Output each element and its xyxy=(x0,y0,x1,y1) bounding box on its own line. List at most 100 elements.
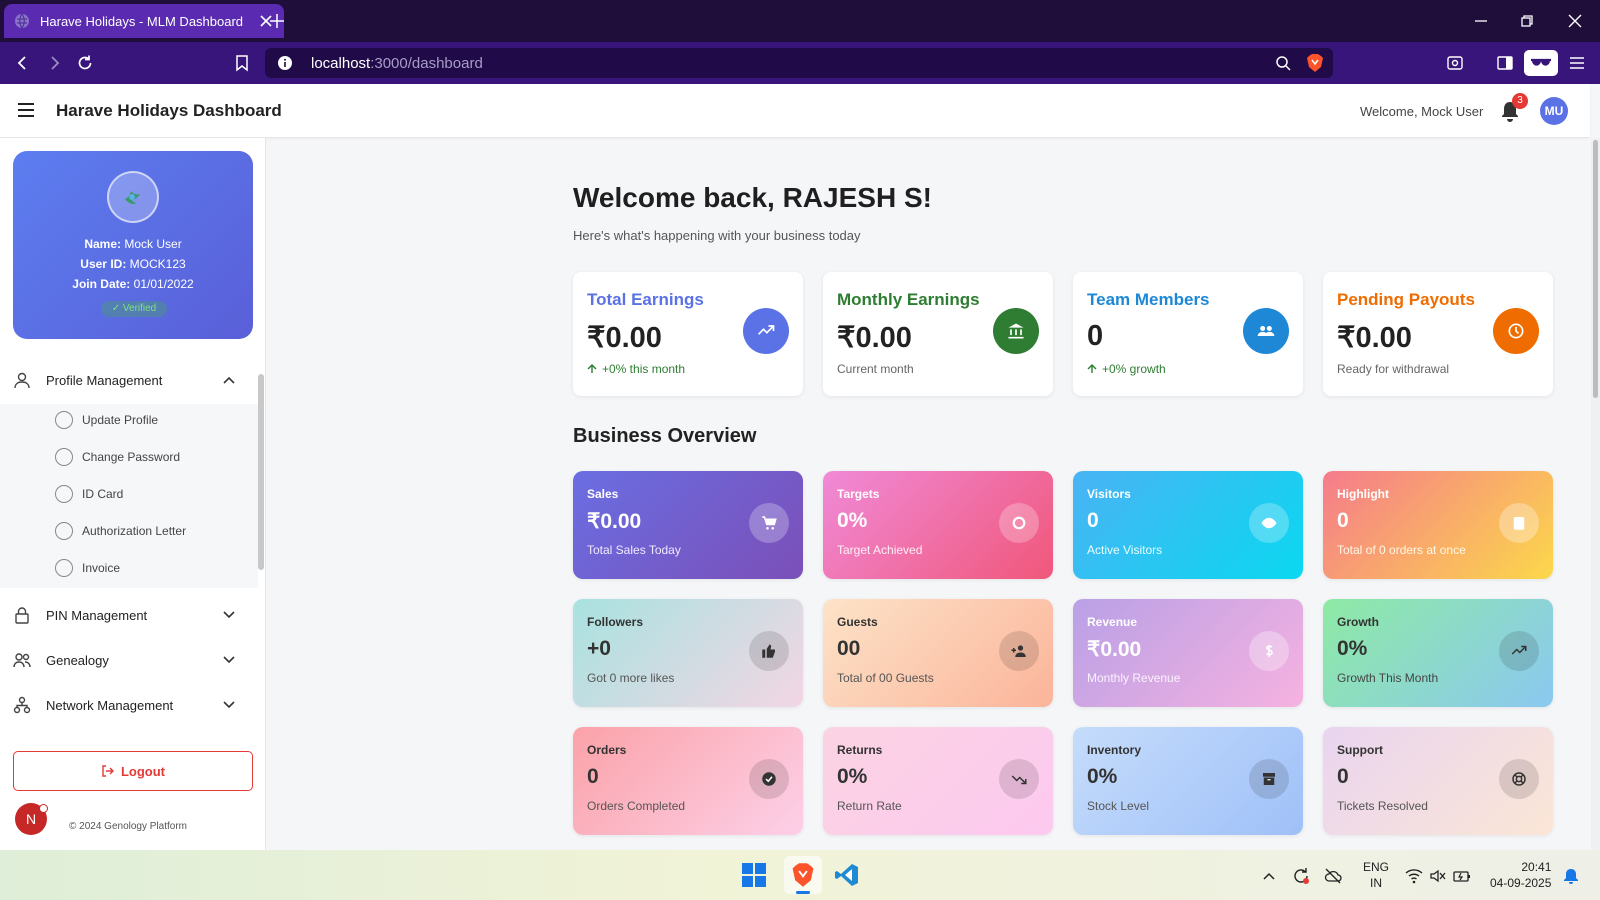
brave-shield-icon[interactable] xyxy=(1305,53,1325,73)
tile-icon-badge xyxy=(1499,503,1539,543)
vscode-icon[interactable] xyxy=(834,862,860,888)
speaker-muted-icon[interactable] xyxy=(1429,867,1447,885)
submenu-invoice[interactable]: Invoice xyxy=(55,557,120,579)
sync-icon[interactable] xyxy=(1292,867,1310,885)
minimize-icon[interactable] xyxy=(1472,12,1490,30)
profile-card: Name: Mock User User ID: MOCK123 Join Da… xyxy=(13,151,253,339)
menu-profile-management[interactable]: Profile Management xyxy=(0,358,258,402)
menu-label: PIN Management xyxy=(46,607,148,623)
os-taskbar: ENG IN 20:41 04-09-2025 xyxy=(0,850,1600,900)
taskbar-brave-button[interactable] xyxy=(784,856,822,894)
browser-toolbar: localhost:3000/dashboard xyxy=(0,42,1600,84)
submenu-change-password[interactable]: Change Password xyxy=(55,446,180,468)
clipboard-icon xyxy=(1513,517,1525,530)
submenu-label: ID Card xyxy=(82,487,124,501)
overview-tile-sales: Sales ₹0.00 Total Sales Today xyxy=(573,471,803,579)
tile-icon-badge xyxy=(749,631,789,671)
notification-center-icon[interactable] xyxy=(1562,867,1580,885)
sidebar: Name: Mock User User ID: MOCK123 Join Da… xyxy=(0,138,266,850)
user-avatar[interactable]: MU xyxy=(1540,97,1568,125)
tile-value: 0% xyxy=(837,509,868,532)
stat-sub-text: +0% growth xyxy=(1102,362,1166,376)
site-info-icon[interactable] xyxy=(277,55,293,71)
stat-value: ₹0.00 xyxy=(587,322,662,354)
tile-icon-badge xyxy=(999,631,1039,671)
tile-icon-badge xyxy=(1249,759,1289,799)
brave-browser-icon xyxy=(792,863,814,887)
submenu-authorization-letter[interactable]: Authorization Letter xyxy=(55,520,186,542)
stat-sub-text: Ready for withdrawal xyxy=(1337,362,1450,376)
stat-value: ₹0.00 xyxy=(837,322,912,354)
stat-title: Monthly Earnings xyxy=(837,290,980,309)
back-icon[interactable] xyxy=(14,54,32,72)
overview-tile-returns: Returns 0% Return Rate xyxy=(823,727,1053,835)
eye-icon xyxy=(1261,517,1277,529)
tile-subtitle: Total of 00 Guests xyxy=(837,671,934,685)
stat-icon-badge xyxy=(1493,308,1539,354)
windows-start-icon[interactable] xyxy=(741,862,767,888)
menu-icon[interactable] xyxy=(1568,54,1586,72)
trending-up-icon xyxy=(1511,645,1527,655)
sidebar-scrollbar[interactable] xyxy=(258,374,264,570)
chevron-down-icon xyxy=(223,611,235,619)
browser-tab[interactable]: Harave Holidays - MLM Dashboard xyxy=(4,4,284,38)
main-scrollbar[interactable] xyxy=(1591,138,1600,850)
submenu-id-card[interactable]: ID Card xyxy=(55,483,123,505)
person-icon xyxy=(14,372,30,389)
menu-genealogy[interactable]: Genealogy xyxy=(0,638,258,682)
globe-icon xyxy=(15,13,29,29)
tile-subtitle: Target Achieved xyxy=(837,543,923,557)
screenshot-icon[interactable] xyxy=(1446,54,1464,72)
stat-title: Total Earnings xyxy=(587,290,704,309)
tile-subtitle: Stock Level xyxy=(1087,799,1150,813)
profile-join-line: Join Date: 01/01/2022 xyxy=(13,277,253,291)
network-icon xyxy=(13,696,31,714)
arrow-up-icon xyxy=(587,364,597,373)
main-scroll-thumb[interactable] xyxy=(1593,140,1598,398)
check-circle-icon xyxy=(762,772,776,786)
wifi-icon[interactable] xyxy=(1405,867,1423,885)
tile-label: Followers xyxy=(587,615,644,629)
stat-icon-badge xyxy=(1243,308,1289,354)
submenu-update-profile[interactable]: Update Profile xyxy=(55,409,158,431)
menu-network-management[interactable]: Network Management xyxy=(0,683,258,727)
tile-label: Growth xyxy=(1337,615,1379,629)
search-icon[interactable] xyxy=(1275,55,1291,71)
tile-subtitle: Monthly Revenue xyxy=(1087,671,1181,685)
logout-button[interactable]: Logout xyxy=(13,751,253,791)
tile-label: Orders xyxy=(587,743,627,757)
restore-icon[interactable] xyxy=(1518,12,1536,30)
reload-icon[interactable] xyxy=(76,54,94,72)
new-tab-icon[interactable] xyxy=(268,12,286,30)
cloud-off-icon[interactable] xyxy=(1324,867,1342,885)
stat-sub-text: +0% this month xyxy=(602,362,686,376)
stat-subtitle: +0% growth xyxy=(1087,362,1166,376)
tile-value: 0 xyxy=(1337,765,1349,788)
stat-sub-text: Current month xyxy=(837,362,914,376)
tile-subtitle: Total Sales Today xyxy=(587,543,681,557)
language-indicator[interactable]: ENG IN xyxy=(1363,859,1389,891)
overview-tile-targets: Targets 0% Target Achieved xyxy=(823,471,1053,579)
address-bar[interactable]: localhost:3000/dashboard xyxy=(265,48,1333,78)
dove-logo-icon xyxy=(125,191,140,204)
footer-copyright: © 2024 Genology Platform xyxy=(69,821,187,832)
forward-icon[interactable] xyxy=(45,54,63,72)
battery-icon[interactable] xyxy=(1453,867,1471,885)
system-clock[interactable]: 20:41 04-09-2025 xyxy=(1490,859,1551,891)
tile-subtitle: Total of 0 orders at once xyxy=(1337,543,1466,557)
target-icon xyxy=(1012,516,1026,530)
radio-circle-icon xyxy=(55,448,73,466)
glasses-icon xyxy=(1531,58,1551,66)
chevron-up-icon[interactable] xyxy=(1260,867,1278,885)
menu-pin-management[interactable]: PIN Management xyxy=(0,593,258,637)
thumbs-up-icon xyxy=(762,644,775,658)
bookmark-icon[interactable] xyxy=(233,54,251,72)
sidebar-toggle-icon[interactable] xyxy=(1496,54,1514,72)
tab-title: Harave Holidays - MLM Dashboard xyxy=(40,13,244,29)
overview-tile-growth: Growth 0% Growth This Month xyxy=(1323,599,1553,707)
reader-mode-button[interactable] xyxy=(1524,50,1558,76)
tile-label: Returns xyxy=(837,743,883,757)
hamburger-menu-icon[interactable] xyxy=(17,102,35,118)
close-window-icon[interactable] xyxy=(1566,12,1584,30)
tile-label: Inventory xyxy=(1087,743,1142,757)
